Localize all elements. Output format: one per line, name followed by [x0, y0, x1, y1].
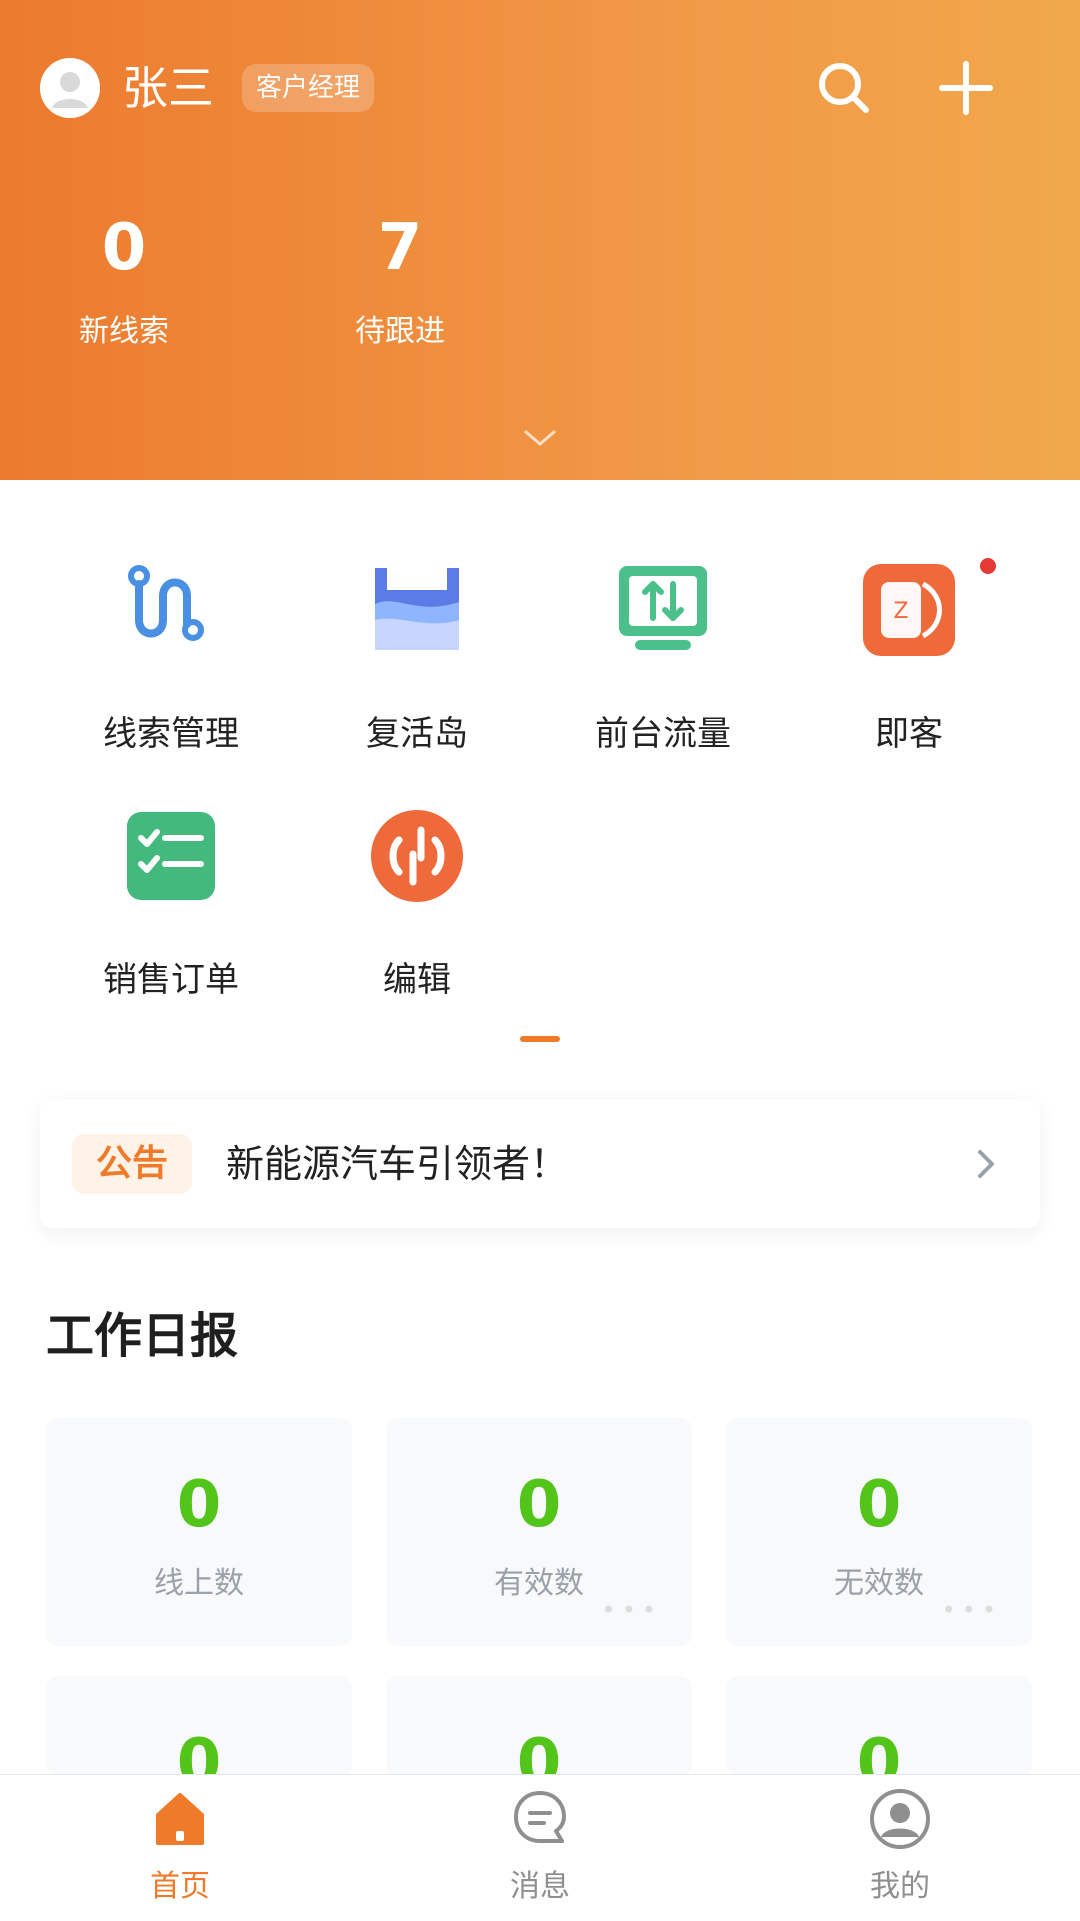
report-card-partial[interactable]: 0: [386, 1676, 692, 1798]
order-icon: [127, 812, 215, 900]
report-card-invalid[interactable]: 0 无效数 •••: [726, 1418, 1032, 1646]
more-dots-icon: •••: [601, 1596, 662, 1624]
grid-pager-indicator: [520, 1036, 560, 1042]
chevron-down-icon: [524, 430, 556, 446]
edit-icon: [371, 810, 463, 902]
tab-label: 消息: [510, 1869, 570, 1904]
notice-bar[interactable]: 公告 新能源汽车引领者！: [40, 1100, 1040, 1228]
tab-home[interactable]: 首页: [80, 1787, 280, 1905]
report-card-partial[interactable]: 0: [726, 1676, 1032, 1798]
notice-tag: 公告: [72, 1134, 192, 1194]
stat-new-leads-label: 新线索: [79, 314, 169, 349]
svg-text:Z: Z: [893, 599, 908, 624]
tab-label: 我的: [870, 1869, 930, 1904]
role-badge: 客户经理: [242, 64, 375, 112]
report-value: 0: [516, 1468, 562, 1542]
chevron-right-icon: [978, 1150, 994, 1178]
app-front-traffic[interactable]: 前台流量: [538, 560, 788, 755]
stat-new-leads-value: 0: [101, 211, 147, 285]
home-icon: [156, 1793, 204, 1845]
avatar[interactable]: [40, 58, 100, 118]
report-label: 线上数: [154, 1566, 244, 1601]
notice-text: 新能源汽车引领者！: [226, 1142, 569, 1186]
report-title: 工作日报: [46, 1308, 239, 1364]
add-button[interactable]: [936, 58, 996, 118]
plus-icon: [939, 61, 993, 115]
bottom-tabbar: 首页 消息 我的: [0, 1774, 1080, 1921]
more-dots-icon: •••: [941, 1596, 1002, 1624]
avatar-icon: [40, 58, 100, 118]
app-label: 前台流量: [595, 714, 731, 754]
jike-icon: Z: [863, 564, 955, 656]
app-label: 即客: [875, 714, 943, 754]
app-jike[interactable]: Z 即客: [784, 558, 1034, 755]
report-card-online[interactable]: 0 线上数: [46, 1418, 352, 1646]
tab-messages[interactable]: 消息: [440, 1787, 640, 1905]
expand-toggle[interactable]: [520, 420, 560, 460]
report-value: 0: [176, 1468, 222, 1542]
app-label: 复活岛: [366, 714, 468, 754]
header: 张三 客户经理 0 新线索 7 待跟进: [0, 0, 1080, 480]
app-revive-island[interactable]: 复活岛: [292, 560, 542, 755]
notification-dot: [980, 558, 996, 574]
app-label: 线索管理: [103, 714, 239, 754]
report-value: 0: [856, 1468, 902, 1542]
stat-pending[interactable]: 7 待跟进: [290, 208, 510, 350]
stat-new-leads[interactable]: 0 新线索: [14, 208, 234, 350]
app-sales-order[interactable]: 销售订单: [46, 806, 296, 1001]
app-label: 编辑: [383, 960, 451, 1000]
app-label: 销售订单: [103, 960, 239, 1000]
island-icon: [375, 568, 459, 650]
search-button[interactable]: [814, 58, 874, 118]
tab-mine[interactable]: 我的: [800, 1787, 1000, 1905]
username: 张三: [122, 61, 214, 115]
app-edit[interactable]: 编辑: [292, 806, 542, 1001]
route-icon: [128, 565, 204, 641]
stat-pending-label: 待跟进: [355, 314, 445, 349]
report-card-valid[interactable]: 0 有效数 •••: [386, 1418, 692, 1646]
tab-label: 首页: [150, 1869, 210, 1904]
message-icon: [514, 1791, 566, 1843]
search-icon: [819, 63, 869, 113]
app-lead-management[interactable]: 线索管理: [46, 560, 296, 755]
stat-pending-value: 7: [377, 211, 423, 285]
profile-icon: [870, 1789, 930, 1849]
traffic-icon: [619, 566, 707, 650]
report-card-partial[interactable]: 0: [46, 1676, 352, 1798]
